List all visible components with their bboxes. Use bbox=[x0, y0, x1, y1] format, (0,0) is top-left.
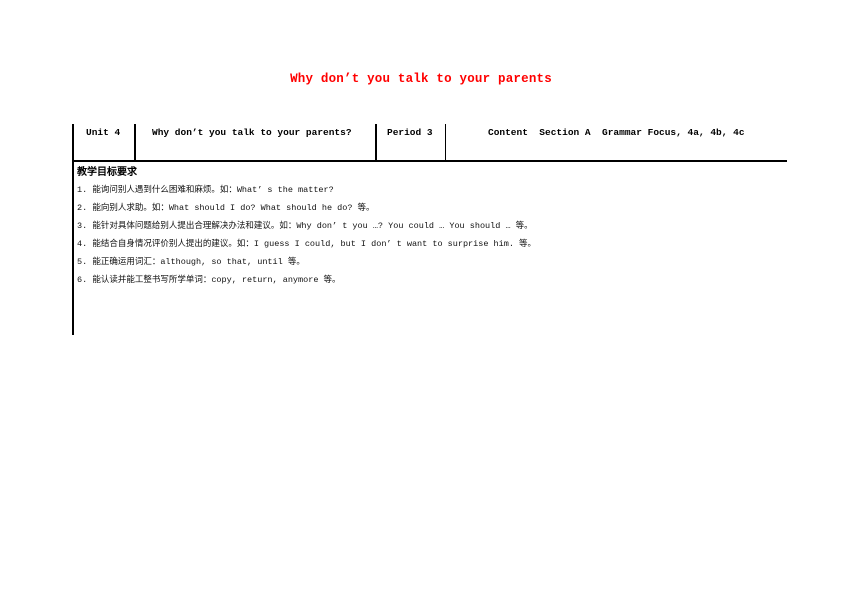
objective-text: 能认读并能工整书写所学单词：copy, return, anymore 等。 bbox=[92, 275, 341, 285]
column-divider bbox=[445, 124, 446, 160]
document-title: Why don’t you talk to your parents bbox=[290, 72, 552, 86]
objective-item: 1. 能询问别人遇到什么困难和麻烦。如：What’ s the matter? bbox=[77, 181, 777, 199]
period-cell: Period 3 bbox=[387, 127, 433, 138]
objective-item: 3. 能针对具体问题给别人提出合理解决办法和建议。如：Why don’ t yo… bbox=[77, 217, 777, 235]
objective-text: 能向别人求助。如：What should I do? What should h… bbox=[92, 203, 375, 213]
column-divider bbox=[375, 124, 377, 160]
objective-text: 能针对具体问题给别人提出合理解决办法和建议。如：Why don’ t you …… bbox=[92, 221, 533, 231]
objective-text: 能正确运用词汇：although, so that, until 等。 bbox=[92, 257, 305, 267]
objective-text: 能结合自身情况评价别人提出的建议。如：I guess I could, but … bbox=[92, 239, 537, 249]
table-left-border bbox=[72, 124, 74, 335]
objective-number: 1. bbox=[77, 185, 93, 195]
objective-text: 能询问别人遇到什么困难和麻烦。如：What’ s the matter? bbox=[92, 185, 334, 195]
objective-item: 2. 能向别人求助。如：What should I do? What shoul… bbox=[77, 199, 777, 217]
lesson-header-table: Unit 4 Why don’t you talk to your parent… bbox=[72, 124, 787, 162]
content-cell: Content Section A Grammar Focus, 4a, 4b,… bbox=[488, 127, 745, 138]
unit-cell: Unit 4 bbox=[86, 127, 121, 138]
column-divider bbox=[134, 124, 136, 160]
lesson-title-cell: Why don’t you talk to your parents? bbox=[152, 127, 352, 138]
objective-number: 3. bbox=[77, 221, 93, 231]
objective-number: 5. bbox=[77, 257, 93, 267]
objectives-heading: 教学目标要求 bbox=[77, 167, 137, 178]
objective-item: 4. 能结合自身情况评价别人提出的建议。如：I guess I could, b… bbox=[77, 235, 777, 253]
objective-number: 4. bbox=[77, 239, 93, 249]
objectives-section: 教学目标要求 1. 能询问别人遇到什么困难和麻烦。如：What’ s the m… bbox=[77, 166, 777, 289]
objective-item: 5. 能正确运用词汇：although, so that, until 等。 bbox=[77, 253, 777, 271]
objective-item: 6. 能认读并能工整书写所学单词：copy, return, anymore 等… bbox=[77, 271, 777, 289]
objective-number: 6. bbox=[77, 275, 93, 285]
objective-number: 2. bbox=[77, 203, 93, 213]
